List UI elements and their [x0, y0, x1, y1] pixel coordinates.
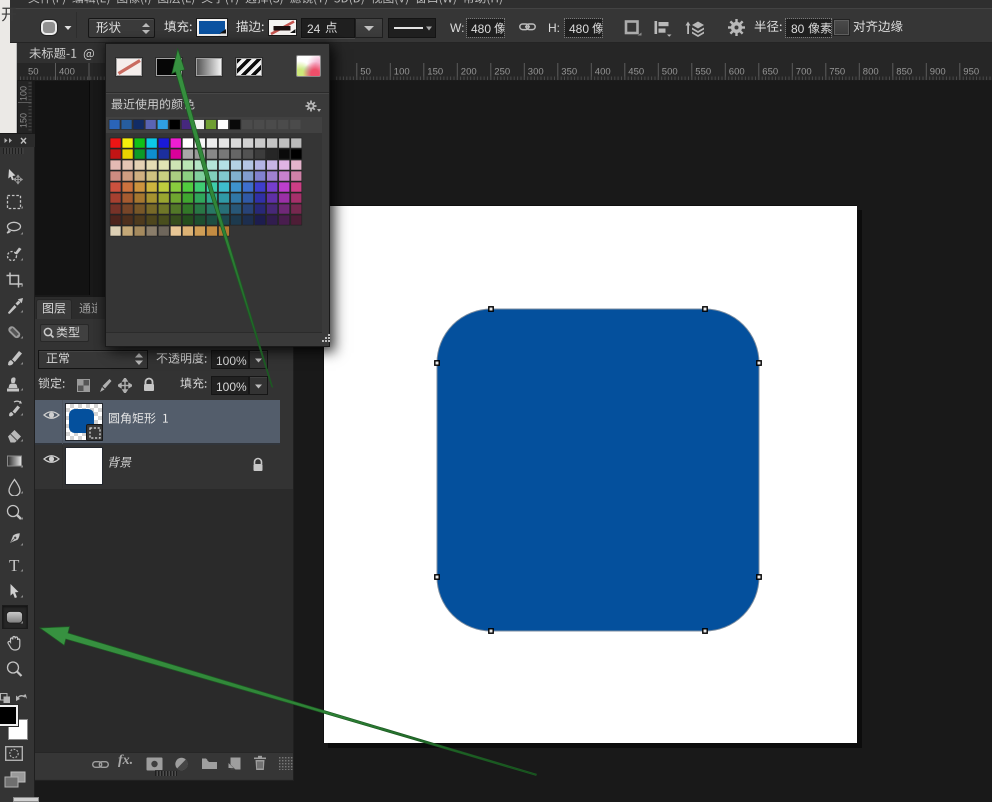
svg-text:300: 300	[528, 67, 544, 78]
svg-text:50: 50	[28, 67, 39, 78]
svg-text:600: 600	[729, 67, 745, 78]
svg-text:800: 800	[863, 67, 879, 78]
svg-text:350: 350	[561, 67, 577, 78]
svg-text:T: T	[9, 556, 20, 574]
svg-text:450: 450	[628, 67, 644, 78]
svg-text:400: 400	[595, 67, 611, 78]
svg-text:200: 200	[461, 67, 477, 78]
svg-text:500: 500	[662, 67, 678, 78]
svg-text:950: 950	[963, 67, 979, 78]
svg-text:550: 550	[695, 67, 711, 78]
svg-text:100: 100	[19, 86, 29, 101]
svg-text:100: 100	[394, 67, 410, 78]
svg-text:750: 750	[829, 67, 845, 78]
svg-text:150: 150	[427, 67, 443, 78]
svg-text:400: 400	[59, 67, 75, 78]
svg-text:900: 900	[930, 67, 946, 78]
svg-text:850: 850	[896, 67, 912, 78]
svg-text:700: 700	[796, 67, 812, 78]
svg-text:150: 150	[19, 113, 29, 128]
svg-text:50: 50	[360, 67, 371, 78]
svg-text:650: 650	[762, 67, 778, 78]
svg-text:250: 250	[494, 67, 510, 78]
